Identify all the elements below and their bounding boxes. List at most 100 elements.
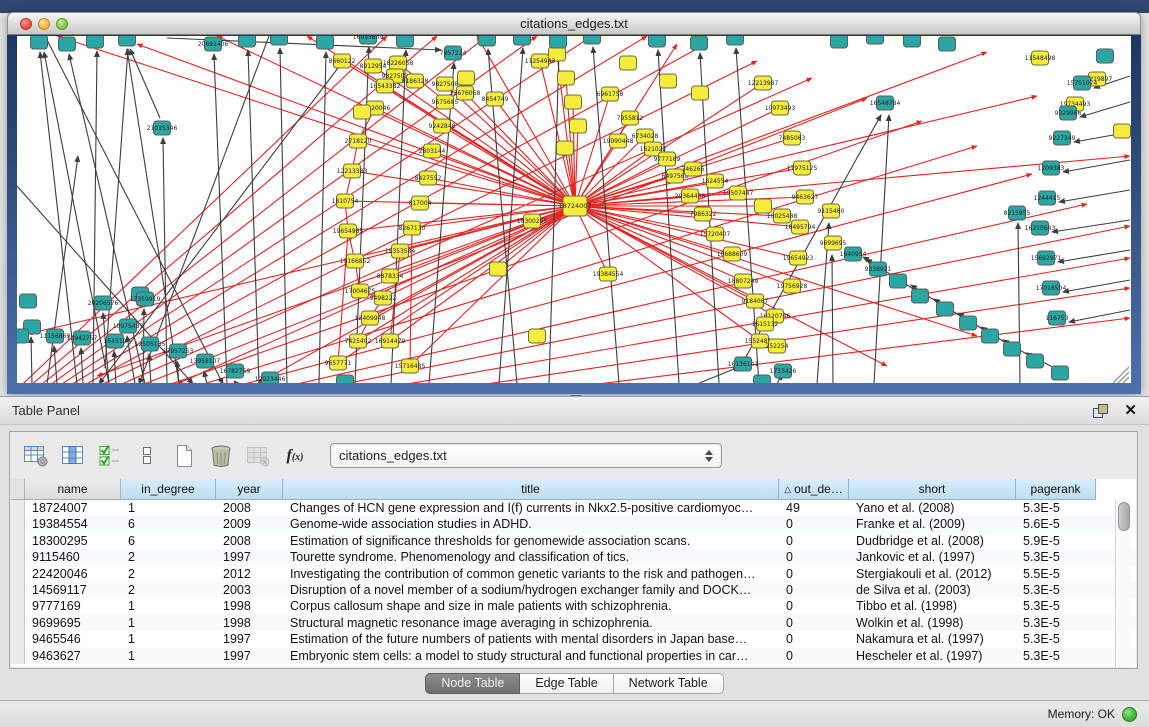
network-node[interactable]: [937, 302, 954, 316]
network-node[interactable]: 116753: [1046, 311, 1069, 325]
network-node[interactable]: 8878334: [377, 269, 404, 283]
column-header-name[interactable]: name: [25, 479, 121, 500]
network-node[interactable]: 1810754: [332, 194, 359, 208]
network-node[interactable]: 7955812: [617, 111, 644, 125]
network-node[interactable]: [831, 36, 848, 48]
network-node[interactable]: 16782759: [220, 364, 251, 378]
network-edge[interactable]: [1069, 310, 1130, 322]
column-header-in_degree[interactable]: in_degree: [121, 479, 216, 500]
network-node[interactable]: 15692971: [1031, 251, 1062, 265]
network-node[interactable]: 18724007: [558, 196, 591, 216]
network-graph[interactable]: 8660122891295418226058982750381863289827…: [17, 36, 1131, 383]
network-window-titlebar[interactable]: citations_edges.txt: [7, 12, 1141, 35]
network-node[interactable]: 19654923: [783, 251, 814, 265]
network-node[interactable]: 12505135: [135, 337, 166, 351]
table-row[interactable]: 977716911998Corpus callosum shape and si…: [11, 598, 1136, 614]
network-node[interactable]: [692, 86, 709, 100]
network-node[interactable]: [271, 36, 288, 45]
network-edge[interactable]: [137, 44, 575, 206]
network-node[interactable]: [904, 36, 921, 47]
row-selection-button[interactable]: [96, 442, 124, 470]
network-node[interactable]: 1209383: [1038, 161, 1065, 175]
network-node[interactable]: [354, 105, 371, 119]
network-node[interactable]: 7485063: [779, 131, 806, 145]
table-row[interactable]: 1456911722003Disruption of a novel membe…: [11, 582, 1136, 598]
network-node[interactable]: 12409948: [355, 311, 386, 325]
network-node[interactable]: [620, 56, 637, 70]
column-header-short[interactable]: short: [849, 479, 1016, 500]
network-node[interactable]: 1244415: [1034, 191, 1061, 205]
delete-table-button[interactable]: [207, 442, 235, 470]
network-node[interactable]: [584, 36, 601, 44]
network-node[interactable]: [912, 289, 929, 303]
column-visibility-button[interactable]: [59, 442, 87, 470]
network-node[interactable]: [1114, 124, 1131, 138]
network-node[interactable]: [317, 36, 334, 49]
network-table-select[interactable]: citations_edges.txt: [330, 443, 722, 468]
network-node[interactable]: 12213987: [748, 76, 779, 90]
network-node[interactable]: [1027, 354, 1044, 368]
table-row[interactable]: 1872400712008Changes of HCN gene express…: [11, 500, 1136, 516]
network-node[interactable]: 7857224: [440, 46, 467, 60]
network-node[interactable]: [939, 37, 956, 51]
network-node[interactable]: 19756928: [777, 279, 808, 293]
close-window-button[interactable]: [20, 18, 32, 30]
network-node[interactable]: [960, 316, 977, 330]
network-node[interactable]: [239, 36, 256, 47]
column-header-pagerank[interactable]: pagerank: [1016, 479, 1096, 500]
column-header-year[interactable]: year: [216, 479, 283, 500]
network-node[interactable]: 16210643: [1025, 221, 1056, 235]
network-node[interactable]: 9227349: [1049, 131, 1076, 145]
network-node[interactable]: 9699695: [820, 236, 847, 250]
network-edge[interactable]: [373, 66, 575, 206]
network-node[interactable]: 19384554: [593, 267, 624, 281]
network-node[interactable]: [1052, 366, 1069, 380]
network-node[interactable]: 23676068: [450, 86, 481, 100]
network-node[interactable]: 15720407: [700, 227, 731, 241]
network-node[interactable]: 17975125: [787, 161, 818, 175]
network-node[interactable]: 817004: [409, 196, 432, 210]
network-edge[interactable]: [17, 36, 387, 383]
window-resize-grip[interactable]: [1113, 367, 1129, 383]
network-node[interactable]: 12923446: [255, 372, 286, 383]
network-node[interactable]: [514, 36, 531, 45]
import-table-button[interactable]: [244, 442, 272, 470]
network-node[interactable]: 2718120: [345, 134, 372, 148]
table-row[interactable]: 969969511998Structural magnetic resonanc…: [11, 615, 1136, 631]
network-edge[interactable]: [445, 84, 575, 206]
network-node[interactable]: 9338921: [865, 262, 892, 276]
table-settings-button[interactable]: [22, 442, 50, 470]
network-node[interactable]: [490, 262, 507, 276]
network-node[interactable]: [119, 36, 136, 46]
network-node[interactable]: 21035346: [147, 121, 178, 135]
network-edge[interactable]: [575, 52, 987, 206]
network-node[interactable]: [59, 37, 76, 51]
network-node[interactable]: 10688609: [717, 247, 748, 261]
network-edge[interactable]: [204, 371, 207, 383]
network-node[interactable]: [31, 36, 48, 49]
network-node[interactable]: [890, 274, 907, 288]
table-row[interactable]: 911546021997Tourette syndrome. Phenomeno…: [11, 549, 1136, 565]
network-node[interactable]: 9657771: [325, 356, 352, 370]
network-node[interactable]: [529, 329, 546, 343]
network-node[interactable]: [397, 36, 414, 47]
network-node[interactable]: [982, 329, 999, 343]
network-node[interactable]: [691, 36, 708, 50]
float-window-icon[interactable]: [1093, 404, 1108, 417]
network-edge[interactable]: [93, 51, 97, 383]
network-node[interactable]: 8427552: [415, 171, 442, 185]
network-node[interactable]: [660, 74, 677, 88]
network-node[interactable]: 10507487: [723, 186, 754, 200]
network-edge[interactable]: [149, 354, 151, 383]
network-node[interactable]: [754, 375, 771, 383]
function-builder-button[interactable]: f(x): [281, 442, 309, 470]
network-window[interactable]: citations_edges.txt 86601228912954182260…: [7, 12, 1141, 394]
network-node[interactable]: 6734028: [632, 129, 659, 143]
network-node[interactable]: 9242848: [429, 119, 456, 133]
network-edge[interactable]: [358, 141, 575, 206]
network-edge[interactable]: [234, 381, 237, 383]
network-edge[interactable]: [130, 49, 160, 118]
network-node[interactable]: [17, 329, 29, 343]
network-node[interactable]: 1733426: [770, 364, 797, 378]
network-node[interactable]: [558, 71, 575, 85]
